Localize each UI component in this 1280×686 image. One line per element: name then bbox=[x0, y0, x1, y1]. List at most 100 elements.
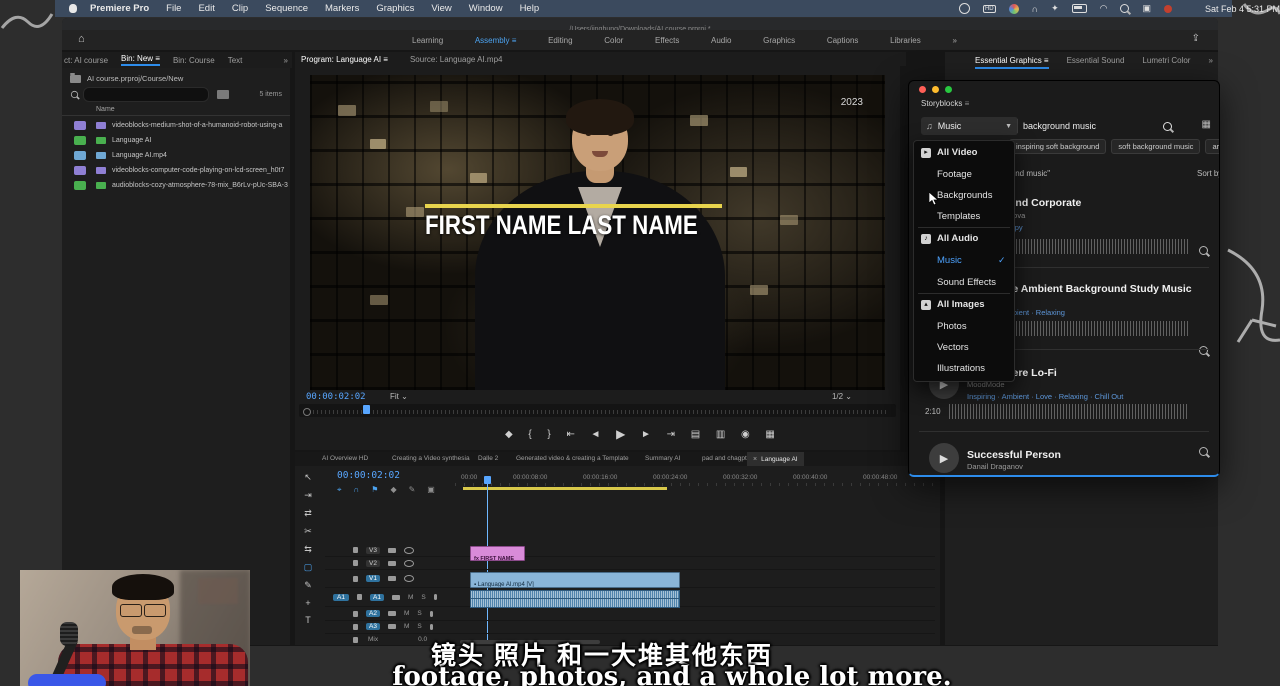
track-v3[interactable]: V3 bbox=[366, 547, 380, 554]
close-window-button[interactable] bbox=[919, 86, 926, 93]
menu-item-footage[interactable]: Footage bbox=[937, 169, 972, 180]
track-a1[interactable]: A1 bbox=[370, 594, 384, 601]
mic-icon[interactable] bbox=[430, 611, 433, 617]
find-similar-icon[interactable] bbox=[1199, 447, 1208, 456]
program-playhead[interactable] bbox=[363, 405, 370, 414]
workspace-tab-libraries[interactable]: Libraries bbox=[890, 36, 921, 45]
source-tab[interactable]: Source: Language AI.mp4 bbox=[410, 55, 503, 64]
timeline-playhead-head[interactable] bbox=[484, 476, 491, 484]
hd-icon[interactable]: HD bbox=[983, 5, 996, 13]
column-header-name[interactable]: Name bbox=[96, 106, 115, 113]
go-to-out-button[interactable]: ⇥ bbox=[667, 429, 675, 440]
sequence-tab[interactable]: pad and chagpt bbox=[702, 455, 747, 462]
sync-lock-icon[interactable] bbox=[388, 548, 396, 553]
file-row[interactable]: videoblocks-computer-code-playing-on-lcd… bbox=[62, 163, 290, 178]
sequence-tab[interactable]: Summary AI bbox=[645, 455, 680, 462]
track-a2[interactable]: A2 bbox=[366, 610, 380, 617]
timeline-timecode[interactable]: 00:00:02:02 bbox=[337, 470, 400, 481]
program-tab[interactable]: Program: Language AI ≡ bbox=[301, 55, 388, 64]
grid-view-icon[interactable]: ▦ bbox=[1202, 119, 1211, 130]
mute-button[interactable]: M bbox=[404, 623, 409, 630]
workspace-overflow-chevron[interactable]: » bbox=[952, 36, 956, 45]
timeline-settings-icon[interactable]: ✎ bbox=[409, 485, 416, 495]
wifi-icon[interactable]: ◠ bbox=[1100, 3, 1108, 14]
essential-graphics-tab[interactable]: Essential Graphics ≡ bbox=[975, 56, 1049, 69]
menu-premiere-pro[interactable]: Premiere Pro bbox=[90, 3, 149, 14]
work-area-bar[interactable] bbox=[463, 487, 667, 490]
workspace-tab-audio[interactable]: Audio bbox=[711, 36, 731, 45]
webcam-badge[interactable] bbox=[28, 674, 106, 686]
menu-item-vectors[interactable]: Vectors bbox=[937, 342, 969, 353]
play-button[interactable]: ▶ bbox=[929, 443, 959, 473]
solo-button[interactable]: S bbox=[417, 623, 421, 630]
label-chip[interactable] bbox=[74, 121, 86, 130]
project-tab[interactable]: ct: AI course bbox=[64, 56, 108, 65]
menu-clip[interactable]: Clip bbox=[232, 3, 248, 14]
file-name[interactable]: Language AI.mp4 bbox=[112, 152, 167, 159]
file-row[interactable]: audioblocks-cozy-atmosphere-78-mix_B6rLv… bbox=[62, 178, 290, 193]
project-search-input[interactable] bbox=[83, 87, 209, 102]
file-name[interactable]: audioblocks-cozy-atmosphere-78-mix_B6rLv… bbox=[112, 182, 288, 189]
workspace-tab-graphics[interactable]: Graphics bbox=[763, 36, 795, 45]
add-marker-icon[interactable]: ◆ bbox=[390, 485, 396, 495]
lift-button[interactable]: ▤ bbox=[691, 429, 700, 440]
text-tab[interactable]: Text bbox=[228, 56, 243, 65]
workspace-tab-learning[interactable]: Learning bbox=[412, 36, 443, 45]
caption-track-icon[interactable]: ▣ bbox=[427, 485, 435, 495]
sequence-tab[interactable]: Creating a Video synthesia bbox=[392, 455, 470, 462]
track-a3[interactable]: A3 bbox=[366, 623, 380, 630]
workspace-tab-color[interactable]: Color bbox=[604, 36, 623, 45]
search-bar[interactable] bbox=[1021, 117, 1181, 135]
new-bin-icon[interactable] bbox=[217, 90, 229, 99]
lumetri-color-tab[interactable]: Lumetri Color bbox=[1142, 56, 1190, 69]
headphones-icon[interactable]: ∩ bbox=[1032, 4, 1038, 14]
lock-icon[interactable] bbox=[353, 611, 358, 617]
sync-lock-icon[interactable] bbox=[388, 576, 396, 581]
result-tags[interactable]: Inspiring · Ambient · Love · Relaxing · … bbox=[967, 392, 1123, 401]
lock-icon[interactable] bbox=[353, 560, 358, 566]
track-v2[interactable]: V2 bbox=[366, 560, 380, 567]
menu-item-all-audio[interactable]: All Audio bbox=[937, 233, 978, 244]
menubar-clock[interactable]: Sat Feb 4 5:31 PM bbox=[1205, 4, 1280, 14]
program-scrubber[interactable] bbox=[299, 404, 896, 417]
file-name[interactable]: Language AI bbox=[112, 137, 151, 144]
mix-track-label[interactable]: Mix bbox=[368, 636, 378, 643]
menu-file[interactable]: File bbox=[166, 3, 181, 14]
source-patch-a1[interactable]: A1 bbox=[333, 594, 349, 601]
right-tabs-overflow[interactable]: » bbox=[1208, 56, 1212, 69]
program-video-frame[interactable]: FIRST NAME LAST NAME 2023 bbox=[310, 75, 885, 390]
window-titlebar[interactable]: /Users/jinghung/Downloads/AI course.prpr… bbox=[62, 18, 1218, 30]
sequence-tab-label[interactable]: Language AI bbox=[761, 456, 798, 463]
result-title[interactable]: Successful Person bbox=[967, 449, 1061, 461]
mute-button[interactable]: M bbox=[408, 594, 413, 601]
add-marker-button[interactable]: ◆ bbox=[505, 429, 513, 440]
playback-resolution-select[interactable]: 1/2 ⌄ bbox=[832, 392, 852, 401]
track-select-tool[interactable]: ⇥ bbox=[304, 490, 312, 501]
spotlight-search-icon[interactable] bbox=[1120, 4, 1129, 13]
solo-button[interactable]: S bbox=[421, 594, 425, 601]
track-v1[interactable]: V1 bbox=[366, 575, 380, 582]
label-chip[interactable] bbox=[74, 166, 86, 175]
step-back-button[interactable]: ◄ bbox=[591, 429, 601, 440]
menu-view[interactable]: View bbox=[431, 3, 451, 14]
razor-tool[interactable]: ✂ bbox=[304, 526, 312, 537]
program-timecode[interactable]: 00:00:02:02 bbox=[306, 392, 366, 402]
menu-item-music[interactable]: Music bbox=[937, 255, 962, 266]
timeline-ruler[interactable]: 00:00 00:00:08:00 00:00:16:00 00:00:24:0… bbox=[455, 474, 935, 488]
panel-menu-icon[interactable]: ≡ bbox=[965, 99, 970, 108]
menu-item-all-video[interactable]: All Video bbox=[937, 147, 977, 158]
workspace-tab-captions[interactable]: Captions bbox=[827, 36, 859, 45]
suggestion-chip[interactable]: soft background music bbox=[1111, 139, 1200, 154]
comparison-view-button[interactable]: ▦ bbox=[765, 429, 774, 440]
file-row[interactable]: Language AI.mp4 bbox=[62, 148, 290, 163]
find-similar-icon[interactable] bbox=[1199, 246, 1208, 255]
menu-markers[interactable]: Markers bbox=[325, 3, 359, 14]
label-chip[interactable] bbox=[74, 151, 86, 160]
video-clip[interactable]: ▪ Language AI.mp4 [V] bbox=[470, 572, 680, 588]
battery-icon[interactable] bbox=[1072, 4, 1087, 13]
result-item[interactable]: ▶ Background Corporate nova Happy bbox=[909, 81, 1219, 99]
essential-sound-tab[interactable]: Essential Sound bbox=[1067, 56, 1125, 69]
workspace-tab-assembly[interactable]: Assembly ≡ bbox=[475, 36, 517, 45]
sync-lock-icon[interactable] bbox=[388, 624, 396, 629]
menu-item-photos[interactable]: Photos bbox=[937, 321, 967, 332]
